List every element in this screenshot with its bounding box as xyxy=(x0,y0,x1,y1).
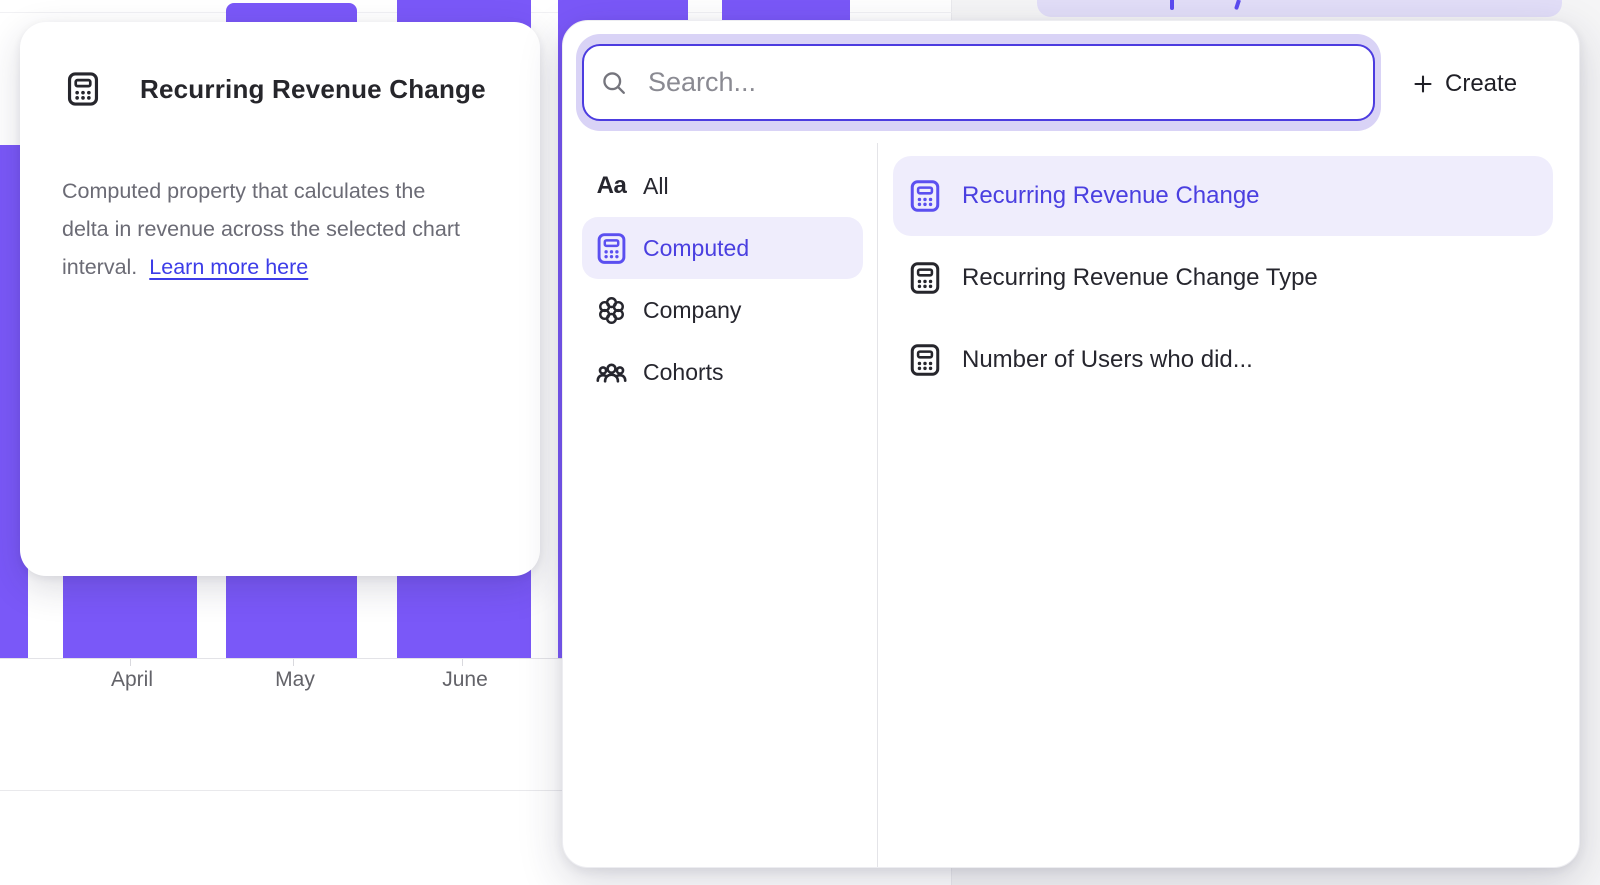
category-item-company[interactable]: Company xyxy=(582,279,863,341)
calculator-icon xyxy=(594,231,629,266)
calculator-icon xyxy=(907,260,943,296)
axis-label: June xyxy=(442,668,488,692)
calculator-icon xyxy=(907,342,943,378)
result-label: Number of Users who did... xyxy=(962,346,1253,374)
company-cluster-icon xyxy=(594,293,629,328)
create-button[interactable]: Create xyxy=(1411,59,1517,109)
category-item-computed[interactable]: Computed xyxy=(582,217,863,279)
cohorts-people-icon xyxy=(594,355,629,390)
axis-tick xyxy=(130,659,131,666)
clipped-text-fragment xyxy=(1234,0,1241,10)
tooltip-description-line: Computed property that calculates the xyxy=(62,172,522,210)
clipped-text-fragment xyxy=(1170,0,1174,10)
search-input[interactable] xyxy=(628,46,1373,119)
axis-label: May xyxy=(275,668,315,692)
axis-label: April xyxy=(111,668,153,692)
calculator-icon xyxy=(907,178,943,214)
tooltip-description: Computed property that calculates the de… xyxy=(62,172,522,286)
property-tooltip-card: Recurring Revenue Change Computed proper… xyxy=(20,22,540,576)
plus-icon xyxy=(1411,72,1435,96)
text-aa-icon: Aa xyxy=(594,169,629,204)
category-label: Company xyxy=(643,297,741,324)
property-picker-panel: Create Aa All Computed Company Cohorts xyxy=(562,20,1580,868)
tooltip-description-prefix: interval. xyxy=(62,255,137,279)
category-item-all[interactable]: Aa All xyxy=(582,155,863,217)
calculator-icon xyxy=(64,70,102,108)
clipped-highlight-pill xyxy=(1037,0,1562,17)
category-item-cohorts[interactable]: Cohorts xyxy=(582,341,863,403)
category-list: Aa All Computed Company Cohorts xyxy=(582,155,863,403)
search-focus-ring xyxy=(576,34,1381,131)
result-item-recurring-revenue-change[interactable]: Recurring Revenue Change xyxy=(893,156,1553,236)
result-item-recurring-revenue-change-type[interactable]: Recurring Revenue Change Type xyxy=(893,238,1553,318)
tooltip-title: Recurring Revenue Change xyxy=(140,74,486,105)
search-icon xyxy=(600,69,628,97)
tooltip-description-line: delta in revenue across the selected cha… xyxy=(62,210,522,248)
axis-tick xyxy=(462,659,463,666)
category-label: Computed xyxy=(643,235,749,262)
create-button-label: Create xyxy=(1445,70,1517,98)
tooltip-description-line: interval. Learn more here xyxy=(62,248,522,286)
result-label: Recurring Revenue Change Type xyxy=(962,264,1318,292)
result-item-number-of-users-who-did[interactable]: Number of Users who did... xyxy=(893,320,1553,400)
learn-more-link[interactable]: Learn more here xyxy=(149,255,308,279)
tooltip-header: Recurring Revenue Change xyxy=(64,70,486,108)
axis-tick xyxy=(293,659,294,666)
panel-vertical-divider xyxy=(877,143,878,867)
search-field-container xyxy=(582,44,1375,121)
results-list: Recurring Revenue Change Recurring Reven… xyxy=(893,156,1553,402)
category-label: All xyxy=(643,173,669,200)
result-label: Recurring Revenue Change xyxy=(962,182,1260,210)
category-label: Cohorts xyxy=(643,359,724,386)
